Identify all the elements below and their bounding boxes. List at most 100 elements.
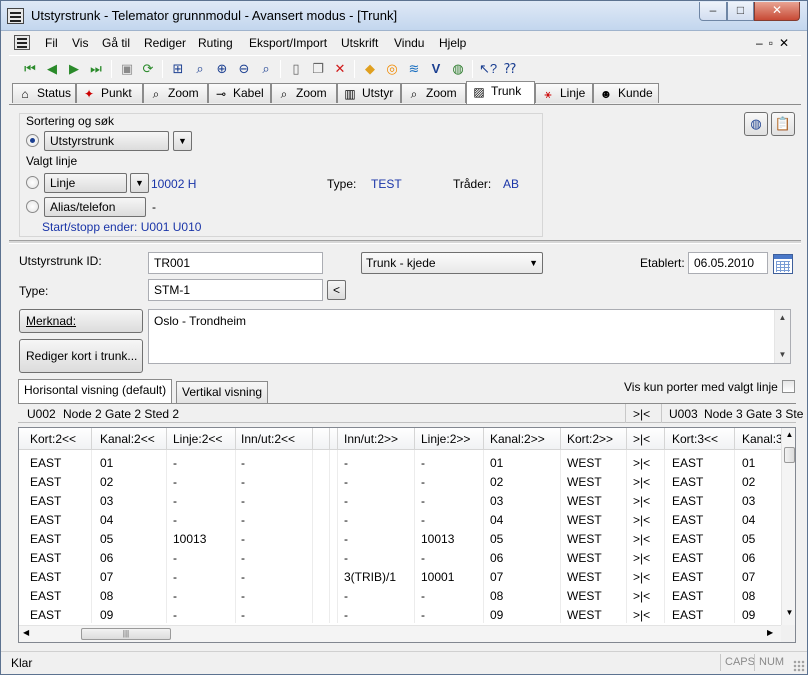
resize-grip[interactable] (793, 660, 805, 672)
column-header-kort-3-out[interactable]: Kort:3<< (672, 432, 718, 446)
tab-vertikal-visning[interactable]: Vertikal visning (176, 381, 269, 403)
maximize-button[interactable]: □ (727, 2, 754, 21)
tab-utstyr[interactable]: ▥ Utstyr (337, 83, 401, 103)
menu-ruting[interactable]: Ruting (198, 36, 233, 50)
linje-dropdown-button[interactable]: ▼ (130, 173, 149, 193)
table-row[interactable]: EAST 09 - - - - 09 WEST >|< EAST 09 (19, 605, 781, 624)
app-icon[interactable] (7, 8, 24, 24)
save-icon[interactable]: ▣ (118, 60, 136, 78)
merknad-field[interactable]: Oslo - Trondheim ▲ ▼ (148, 309, 791, 364)
column-header-kanal-2-out[interactable]: Kanal:2<< (100, 432, 155, 446)
circle-icon[interactable]: ◎ (383, 60, 401, 78)
radio-utstyrstrunk[interactable] (26, 134, 39, 147)
column-header-kanal-3-out[interactable]: Kanal:3 (742, 432, 783, 446)
document-icon[interactable] (14, 35, 30, 50)
scroll-down-icon[interactable]: ▼ (782, 608, 795, 622)
tab-zoom-kabel[interactable]: ⌕ Zoom (271, 83, 337, 103)
column-header-innut-2-out[interactable]: Inn/ut:2<< (241, 432, 295, 446)
help-cursor-icon[interactable]: ↖? (479, 60, 497, 78)
radio-alias[interactable] (26, 200, 39, 213)
clipboard-button[interactable]: 📋 (771, 112, 795, 136)
table-row[interactable]: EAST 01 - - - - 01 WEST >|< EAST 01 (19, 453, 781, 472)
vertical-scroll-thumb[interactable] (784, 447, 795, 463)
next-record-icon[interactable]: ▶ (65, 60, 83, 78)
column-header-kanal-2-in[interactable]: Kanal:2>> (490, 432, 545, 446)
utstyrstrunk-id-field[interactable]: TR001 (148, 252, 323, 274)
rediger-kort-button[interactable]: Rediger kort i trunk... (19, 339, 143, 373)
scroll-left-icon[interactable]: ◀ (23, 628, 29, 637)
table-row[interactable]: EAST 05 10013 - - 10013 05 WEST >|< EAST 05 (19, 529, 781, 548)
etablert-date-field[interactable]: 06.05.2010 (688, 252, 768, 274)
tab-punkt[interactable]: ✦ Punkt (76, 83, 143, 103)
visio-icon[interactable]: V (427, 60, 445, 78)
prev-record-icon[interactable]: ◀ (43, 60, 61, 78)
menu-fil[interactable]: Fil (45, 36, 58, 50)
calendar-icon[interactable] (773, 254, 793, 274)
linje-button[interactable]: Linje (44, 173, 127, 193)
alias-telefon-button[interactable]: Alias/telefon (44, 197, 146, 217)
menu-eksport-import[interactable]: Eksport/Import (249, 36, 327, 50)
menu-hjelp[interactable]: Hjelp (439, 36, 466, 50)
menu-gaa-til[interactable]: Gå til (102, 36, 130, 50)
trunk-kind-select[interactable]: Trunk - kjede ▼ (361, 252, 543, 274)
tab-zoom-punkt[interactable]: ⌕ Zoom (143, 83, 208, 103)
tree-icon[interactable]: ⊞ (169, 60, 187, 78)
type-field[interactable]: STM-1 (148, 279, 323, 301)
chart-icon[interactable]: ≋ (405, 60, 423, 78)
menu-rediger[interactable]: Rediger (144, 36, 186, 50)
utstyrstrunk-button[interactable]: Utstyrstrunk (44, 131, 169, 151)
vis-kun-porter-checkbox[interactable] (782, 380, 795, 393)
column-header-innut-2-in[interactable]: Inn/ut:2>> (344, 432, 398, 446)
merknad-scrollbar[interactable]: ▲ ▼ (774, 310, 790, 363)
tab-linje[interactable]: ⚹ Linje (535, 83, 593, 103)
column-header-linje-2-out[interactable]: Linje:2<< (173, 432, 222, 446)
table-row[interactable]: EAST 02 - - - - 02 WEST >|< EAST 02 (19, 472, 781, 491)
column-header-kort-2-out[interactable]: Kort:2<< (30, 432, 76, 446)
find-icon[interactable]: ⌕ (257, 60, 275, 78)
globe-action-button[interactable]: ◍ (744, 112, 768, 136)
delete-icon[interactable]: ✕ (331, 60, 349, 78)
menu-utskrift[interactable]: Utskrift (341, 36, 378, 50)
table-row[interactable]: EAST 03 - - - - 03 WEST >|< EAST 03 (19, 491, 781, 510)
column-header-kort-2-in[interactable]: Kort:2>> (567, 432, 613, 446)
radio-linje[interactable] (26, 176, 39, 189)
column-header-separator[interactable]: >|< (633, 432, 650, 446)
zoom-in-icon[interactable]: ⊕ (213, 60, 231, 78)
menu-vindu[interactable]: Vindu (394, 36, 424, 50)
tab-kabel[interactable]: ⊸ Kabel (208, 83, 271, 103)
map-icon[interactable]: ◆ (361, 60, 379, 78)
grid-vertical-scrollbar[interactable]: ▲ ▼ (781, 428, 795, 625)
merknad-button[interactable]: Merknad: (19, 309, 143, 333)
table-row[interactable]: EAST 08 - - - - 08 WEST >|< EAST 08 (19, 586, 781, 605)
horizontal-scroll-thumb[interactable]: ||| (81, 628, 171, 640)
table-row[interactable]: EAST 06 - - - - 06 WEST >|< EAST 06 (19, 548, 781, 567)
tab-kunde[interactable]: ☻ Kunde (593, 83, 659, 103)
zoom-out-icon[interactable]: ⊖ (235, 60, 253, 78)
globe-icon[interactable]: ◍ (449, 60, 467, 78)
minimize-button[interactable]: – (699, 2, 727, 21)
type-select-button[interactable]: < (327, 280, 346, 300)
refresh-icon[interactable]: ⟳ (139, 60, 157, 78)
zoom-icon: ⌕ (410, 87, 418, 101)
tab-zoom-utstyr[interactable]: ⌕ Zoom (401, 83, 466, 103)
column-header-linje-2-in[interactable]: Linje:2>> (421, 432, 470, 446)
last-record-icon[interactable]: ⏭ (87, 60, 105, 78)
cell-kort-2-in: WEST (567, 589, 602, 603)
scroll-up-icon[interactable]: ▲ (782, 430, 795, 444)
copy-icon[interactable]: ❐ (309, 60, 327, 78)
mdi-window-controls[interactable]: –▫✕ (756, 36, 795, 50)
grid-horizontal-scrollbar[interactable]: ◀ ||| ▶ (19, 625, 781, 642)
close-button[interactable]: ✕ (754, 2, 800, 21)
tab-trunk[interactable]: ▨ Trunk (466, 81, 535, 104)
first-record-icon[interactable]: ⏮ (21, 60, 39, 78)
zoom-icon[interactable]: ⌕ (191, 60, 209, 78)
new-icon[interactable]: ▯ (287, 60, 305, 78)
tab-horisontal-visning[interactable]: Horisontal visning (default) (18, 379, 173, 403)
menu-vis[interactable]: Vis (72, 36, 88, 50)
table-row[interactable]: EAST 07 - - 3(TRIB)/1 10001 07 WEST >|< EAST 07 (19, 567, 781, 586)
table-row[interactable]: EAST 04 - - - - 04 WEST >|< EAST 04 (19, 510, 781, 529)
help-icon[interactable]: ⁇ (501, 60, 519, 78)
utstyrstrunk-dropdown-button[interactable]: ▼ (173, 131, 192, 151)
tab-status[interactable]: ⌂ Status (12, 83, 76, 103)
scroll-right-icon[interactable]: ▶ (767, 628, 773, 637)
